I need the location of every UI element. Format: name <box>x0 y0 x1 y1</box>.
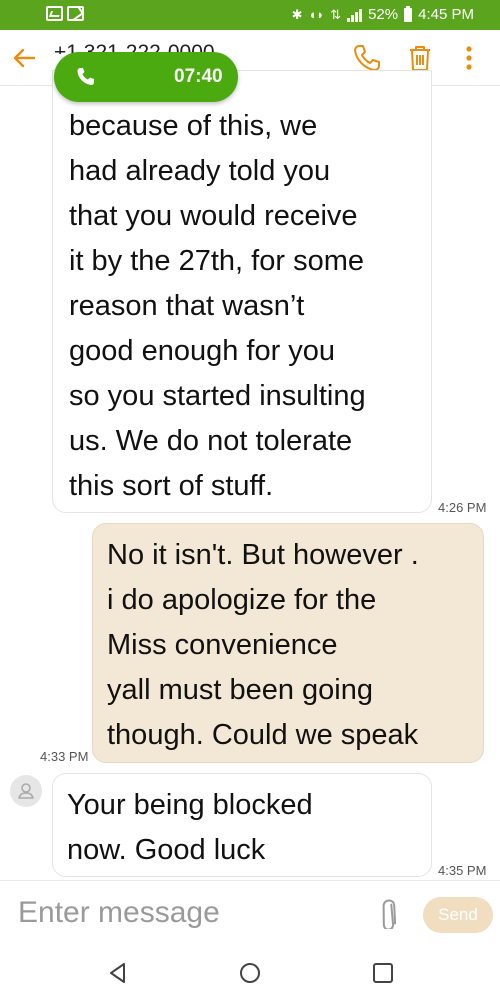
person-icon <box>18 783 34 799</box>
nav-home-icon[interactable] <box>235 958 265 988</box>
message-timestamp: 4:35 PM <box>438 863 487 878</box>
message-line: because of this, we <box>69 110 318 142</box>
message-timestamp: 4:26 PM <box>438 500 487 515</box>
message-line: it by the 27th, for some <box>69 245 364 277</box>
message-line: this sort of stuff. <box>69 470 274 502</box>
message-line: so you started insulting <box>69 380 366 412</box>
navigation-bar <box>0 946 500 1000</box>
back-arrow-icon[interactable] <box>10 44 38 72</box>
message-line: now. Good luck <box>67 834 266 866</box>
data-transfer-icon: ⇅ <box>330 7 342 22</box>
message-timestamp: 4:33 PM <box>40 749 89 764</box>
bluetooth-icon: ✱ <box>291 7 303 22</box>
message-bubble-outgoing[interactable]: No it isn't. But however . i do apologiz… <box>92 523 484 763</box>
phone-icon <box>77 68 94 85</box>
message-line: had already told you <box>69 155 331 187</box>
nav-back-icon[interactable] <box>103 958 133 988</box>
vibrate-icon: ◖◗ <box>308 7 325 22</box>
send-button[interactable]: Send <box>423 897 493 933</box>
message-line: yall must been going <box>107 674 373 706</box>
signal-icon <box>347 8 363 22</box>
status-bar: ✱ ◖◗ ⇅ 52% 4:45 PM <box>0 0 500 30</box>
status-time: 4:45 PM <box>418 6 474 23</box>
message-line: that you would receive <box>69 200 358 232</box>
ongoing-call-pill[interactable]: 07:40 <box>54 52 238 102</box>
more-options-icon[interactable] <box>453 42 485 74</box>
paperclip-icon[interactable] <box>372 899 408 929</box>
message-line: though. Could we speak <box>107 719 419 751</box>
message-line: good enough for you <box>69 335 336 367</box>
message-composer: Send <box>0 880 500 946</box>
call-duration: 07:40 <box>174 66 223 87</box>
message-line: Your being blocked <box>67 789 313 821</box>
message-line: Miss convenience <box>107 629 338 661</box>
message-input[interactable] <box>18 893 348 933</box>
message-bubble-incoming[interactable]: Your being blocked now. Good luck <box>52 773 432 877</box>
battery-percent: 52% <box>368 6 399 23</box>
image-notification-icon <box>46 6 63 21</box>
contact-avatar[interactable] <box>10 775 42 807</box>
message-line: reason that wasn’t <box>69 290 305 322</box>
message-line: No it isn't. But however . <box>107 539 419 571</box>
nav-recent-apps-icon[interactable] <box>368 958 398 988</box>
message-line: i do apologize for the <box>107 584 377 616</box>
message-bubble-incoming[interactable]: canceled because of this, we had already… <box>52 70 432 513</box>
message-line: us. We do not tolerate <box>69 425 353 457</box>
battery-icon <box>404 6 413 22</box>
activity-notification-icon <box>67 6 84 21</box>
